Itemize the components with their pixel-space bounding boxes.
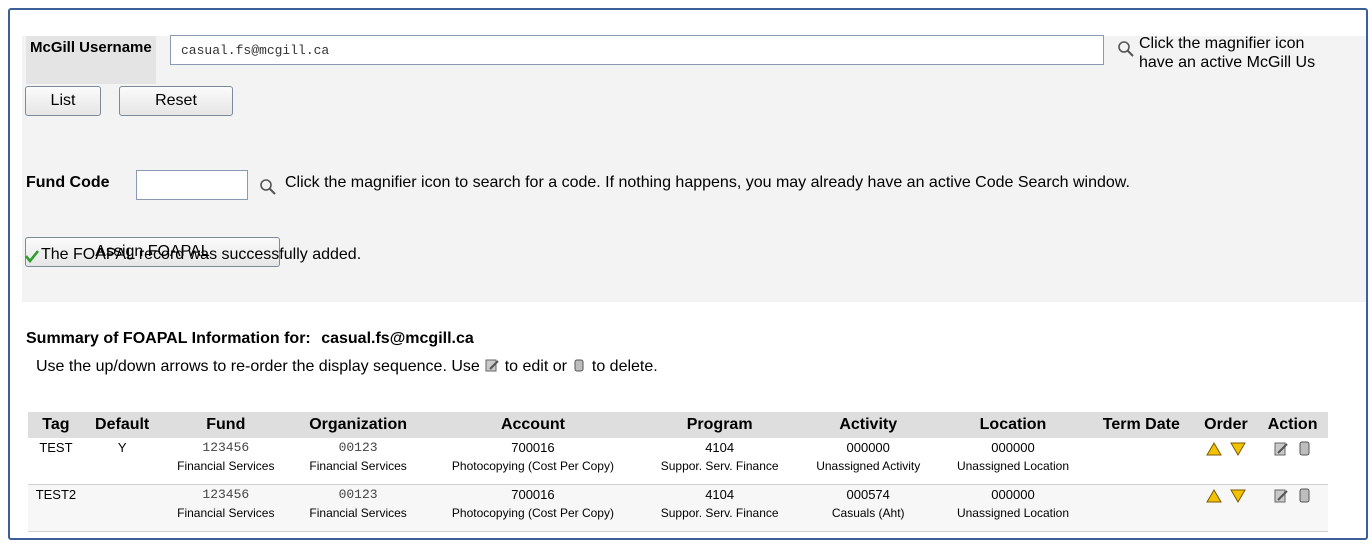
cell-program: 4104 Suppor. Serv. Finance [640, 484, 799, 532]
summary-title: Summary of FOAPAL Information for: casua… [26, 330, 474, 348]
delete-icon [574, 359, 584, 372]
delete-icon[interactable] [1294, 487, 1314, 505]
foapal-frame: McGill Username Click the magnifier icon… [8, 8, 1368, 540]
account-desc: Photocopying (Cost Per Copy) [451, 459, 614, 473]
cell-default: Y [83, 438, 161, 485]
header-tag: Tag [28, 412, 84, 438]
username-label-text: McGill Username [30, 39, 152, 56]
header-account: Account [425, 412, 641, 438]
header-fund: Fund [160, 412, 292, 438]
org-code: 00123 [338, 440, 378, 455]
arrow-down-icon[interactable] [1228, 440, 1248, 458]
edit-icon[interactable] [1271, 487, 1291, 505]
program-desc: Suppor. Serv. Finance [660, 459, 779, 473]
program-desc: Suppor. Serv. Finance [660, 506, 779, 520]
header-order: Order [1194, 412, 1258, 438]
program-code: 4104 [705, 487, 735, 502]
header-activity: Activity [798, 412, 938, 438]
account-code: 700016 [511, 487, 555, 502]
account-desc: Photocopying (Cost Per Copy) [451, 506, 614, 520]
activity-desc: Casuals (Aht) [831, 506, 905, 520]
edit-icon[interactable] [1271, 440, 1291, 458]
program-code: 4104 [705, 440, 735, 455]
cell-organization: 00123 Financial Services [291, 484, 426, 532]
arrow-up-icon[interactable] [1204, 440, 1224, 458]
fund-code: 123456 [202, 487, 250, 502]
table-row: TEST2 123456 Financial Services 00123 Fi… [28, 484, 1328, 532]
org-desc: Financial Services [309, 459, 407, 473]
cell-fund: 123456 Financial Services [160, 438, 292, 485]
cell-default [83, 484, 161, 532]
activity-code: 000000 [846, 440, 890, 455]
success-message: The FOAPAL record was successfully added… [41, 246, 362, 263]
list-button[interactable]: List [25, 86, 101, 116]
cell-action [1257, 438, 1328, 485]
magnifier-icon[interactable] [1117, 40, 1135, 58]
check-icon [24, 250, 40, 264]
reset-button[interactable]: Reset [119, 86, 233, 116]
cell-term-date [1088, 484, 1195, 532]
cell-order [1194, 438, 1258, 485]
cell-action [1257, 484, 1328, 532]
username-input[interactable] [170, 35, 1104, 65]
cell-fund: 123456 Financial Services [160, 484, 292, 532]
arrow-up-icon[interactable] [1204, 487, 1224, 505]
edit-icon [485, 359, 499, 372]
cell-term-date [1088, 438, 1195, 485]
org-code: 00123 [338, 487, 378, 502]
cell-order [1194, 484, 1258, 532]
header-organization: Organization [291, 412, 426, 438]
cell-tag: TEST2 [28, 484, 84, 532]
delete-icon[interactable] [1294, 440, 1314, 458]
table-header-row: Tag Default Fund Organization Account Pr… [28, 412, 1328, 438]
foapal-table: Tag Default Fund Organization Account Pr… [28, 412, 1328, 532]
arrow-down-icon[interactable] [1228, 487, 1248, 505]
location-code: 000000 [991, 440, 1035, 455]
fund-desc: Financial Services [177, 459, 275, 473]
cell-program: 4104 Suppor. Serv. Finance [640, 438, 799, 485]
account-code: 700016 [511, 440, 555, 455]
summary-instructions-b: to edit or [504, 358, 567, 375]
summary-user: casual.fs@mcgill.ca [321, 330, 474, 347]
username-hint-line2: have an active McGill Us [1139, 54, 1316, 71]
fund-code: 123456 [202, 440, 250, 455]
cell-location: 000000 Unassigned Location [937, 484, 1089, 532]
username-label: McGill Username [26, 36, 156, 84]
fund-code-hint: Click the magnifier icon to search for a… [285, 174, 1130, 191]
summary-instructions-a: Use the up/down arrows to re-order the d… [36, 358, 480, 375]
cell-account: 700016 Photocopying (Cost Per Copy) [425, 438, 641, 485]
fund-code-input[interactable] [136, 170, 248, 200]
cell-account: 700016 Photocopying (Cost Per Copy) [425, 484, 641, 532]
cell-tag: TEST [28, 438, 84, 485]
activity-code: 000574 [846, 487, 890, 502]
header-program: Program [640, 412, 799, 438]
header-default: Default [83, 412, 161, 438]
cell-activity: 000000 Unassigned Activity [798, 438, 938, 485]
header-term-date: Term Date [1088, 412, 1195, 438]
table-row: TEST Y 123456 Financial Services 00123 F… [28, 438, 1328, 485]
summary-title-prefix: Summary of FOAPAL Information for: [26, 330, 311, 347]
fund-code-label: Fund Code [26, 174, 110, 191]
summary-instructions: Use the up/down arrows to re-order the d… [36, 357, 658, 376]
username-hint-line1: Click the magnifier icon [1139, 35, 1305, 52]
location-code: 000000 [991, 487, 1035, 502]
location-desc: Unassigned Location [956, 506, 1070, 520]
header-location: Location [937, 412, 1089, 438]
summary-instructions-c: to delete. [591, 358, 658, 375]
cell-location: 000000 Unassigned Location [937, 438, 1089, 485]
cell-organization: 00123 Financial Services [291, 438, 426, 485]
cell-activity: 000574 Casuals (Aht) [798, 484, 938, 532]
magnifier-icon[interactable] [259, 178, 277, 196]
activity-desc: Unassigned Activity [816, 459, 921, 473]
location-desc: Unassigned Location [956, 459, 1070, 473]
fund-desc: Financial Services [177, 506, 275, 520]
org-desc: Financial Services [309, 506, 407, 520]
header-action: Action [1257, 412, 1328, 438]
